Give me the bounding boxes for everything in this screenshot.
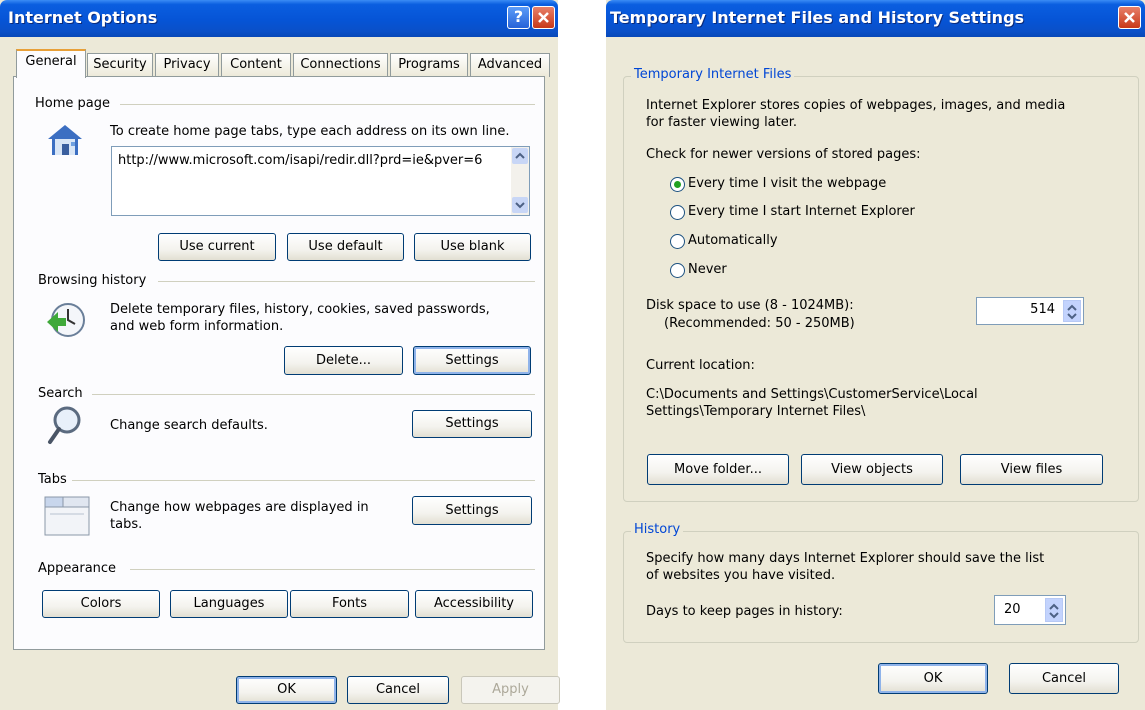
history-description-line1: Specify how many days Internet Explorer …: [646, 551, 1045, 566]
delete-history-button[interactable]: Delete...: [284, 346, 403, 375]
chevron-down-icon: [515, 202, 525, 209]
help-button[interactable]: ?: [507, 6, 530, 29]
radio-every-visit-label[interactable]: Every time I visit the webpage: [688, 176, 886, 191]
current-location-line2: Settings\Temporary Internet Files\: [646, 404, 866, 419]
search-section-title: Search: [38, 386, 83, 401]
languages-button[interactable]: Languages: [170, 590, 288, 618]
browsing-history-description-line2: and web form information.: [110, 319, 284, 334]
radio-every-start[interactable]: [670, 205, 685, 220]
home-icon: [48, 125, 82, 155]
history-group-title: History: [631, 522, 684, 537]
close-button[interactable]: [1118, 6, 1141, 29]
chevron-up-icon: [515, 152, 525, 159]
tab-programs[interactable]: Programs: [390, 53, 468, 77]
temp-files-group: [623, 76, 1139, 502]
radio-selected-dot: [674, 181, 681, 188]
radio-every-start-label[interactable]: Every time I start Internet Explorer: [688, 204, 915, 219]
temp-files-group-title: Temporary Internet Files: [631, 67, 795, 82]
history-description-line2: of websites you have visited.: [646, 568, 836, 583]
tab-security[interactable]: Security: [87, 53, 153, 77]
section-divider: [158, 281, 535, 282]
use-default-button[interactable]: Use default: [287, 233, 404, 261]
section-divider: [120, 104, 535, 105]
browsing-history-settings-button[interactable]: Settings: [413, 346, 531, 375]
view-files-button[interactable]: View files: [960, 454, 1103, 485]
tab-privacy[interactable]: Privacy: [155, 53, 219, 77]
search-settings-button[interactable]: Settings: [412, 410, 532, 438]
ok-button[interactable]: OK: [236, 676, 337, 704]
tabs-description-line2: tabs.: [110, 517, 143, 532]
days-to-keep-value: 20: [1004, 602, 1021, 617]
apply-button[interactable]: Apply: [461, 676, 560, 704]
history-clock-icon: [47, 303, 85, 337]
home-page-description: To create home page tabs, type each addr…: [110, 124, 510, 139]
scroll-down-button[interactable]: [512, 197, 528, 213]
radio-automatically-label[interactable]: Automatically: [688, 233, 778, 248]
move-folder-button[interactable]: Move folder...: [647, 454, 789, 485]
home-page-url-textarea[interactable]: http://www.microsoft.com/isapi/redir.dll…: [111, 146, 530, 216]
cancel-button[interactable]: Cancel: [1009, 663, 1119, 694]
spin-up-down-icon: [1049, 603, 1059, 619]
internet-options-window: Internet Options ? General Security Priv…: [0, 0, 560, 710]
ok-button[interactable]: OK: [878, 663, 988, 694]
radio-never-label[interactable]: Never: [688, 262, 727, 277]
section-divider: [72, 480, 535, 481]
home-page-section-title: Home page: [35, 96, 110, 111]
tabs-icon: [44, 496, 90, 536]
tab-general[interactable]: General: [16, 49, 86, 78]
disk-space-value: 514: [1030, 302, 1055, 317]
browsing-history-section-title: Browsing history: [38, 273, 147, 288]
tab-connections[interactable]: Connections: [293, 53, 388, 77]
current-location-line1: C:\Documents and Settings\CustomerServic…: [646, 387, 978, 402]
tabs-section-title: Tabs: [38, 472, 67, 487]
use-current-button[interactable]: Use current: [158, 233, 276, 261]
section-divider: [92, 394, 535, 395]
appearance-section-title: Appearance: [38, 561, 117, 576]
accessibility-button[interactable]: Accessibility: [415, 590, 533, 618]
tabs-description-line1: Change how webpages are displayed in: [110, 500, 369, 515]
fonts-button[interactable]: Fonts: [290, 590, 409, 618]
current-location-label: Current location:: [646, 358, 755, 373]
radio-automatically[interactable]: [670, 234, 685, 249]
temp-files-settings-window: Temporary Internet Files and History Set…: [606, 0, 1145, 710]
days-to-keep-spinner[interactable]: 20: [994, 595, 1066, 625]
temp-files-description-line2: for faster viewing later.: [646, 115, 798, 130]
colors-button[interactable]: Colors: [42, 590, 160, 618]
radio-never[interactable]: [670, 263, 685, 278]
scroll-up-button[interactable]: [512, 148, 528, 164]
temp-files-description-line1: Internet Explorer stores copies of webpa…: [646, 98, 1066, 113]
days-to-keep-label: Days to keep pages in history:: [646, 604, 843, 619]
cancel-button[interactable]: Cancel: [347, 676, 449, 704]
browsing-history-description-line1: Delete temporary files, history, cookies…: [110, 302, 490, 317]
search-description: Change search defaults.: [110, 418, 268, 433]
close-button[interactable]: [532, 6, 555, 29]
home-page-url: http://www.microsoft.com/isapi/redir.dll…: [118, 153, 483, 168]
radio-every-visit[interactable]: [670, 177, 685, 192]
disk-space-spinner[interactable]: 514: [976, 297, 1084, 325]
tab-content[interactable]: Content: [221, 53, 291, 77]
tabs-settings-button[interactable]: Settings: [412, 496, 532, 525]
section-divider: [130, 569, 535, 570]
disk-space-label: Disk space to use (8 - 1024MB):: [646, 298, 854, 313]
tab-advanced[interactable]: Advanced: [470, 53, 550, 77]
textarea-scrollbar[interactable]: [511, 147, 529, 215]
spinner-arrows[interactable]: [1063, 300, 1081, 322]
use-blank-button[interactable]: Use blank: [414, 233, 531, 261]
search-icon: [48, 406, 81, 444]
check-newer-versions-label: Check for newer versions of stored pages…: [646, 147, 921, 162]
history-group: [623, 531, 1139, 643]
spin-up-down-icon: [1067, 304, 1077, 320]
disk-space-recommended: (Recommended: 50 - 250MB): [664, 316, 855, 331]
window-title: Temporary Internet Files and History Set…: [610, 8, 1025, 27]
title-bar[interactable]: Temporary Internet Files and History Set…: [606, 0, 1145, 37]
view-objects-button[interactable]: View objects: [801, 454, 943, 485]
close-icon: [538, 12, 549, 23]
title-bar[interactable]: Internet Options ?: [0, 0, 558, 37]
spinner-arrows[interactable]: [1045, 598, 1063, 622]
window-title: Internet Options: [8, 8, 158, 27]
close-icon: [1124, 12, 1135, 23]
help-icon: ?: [513, 7, 524, 26]
